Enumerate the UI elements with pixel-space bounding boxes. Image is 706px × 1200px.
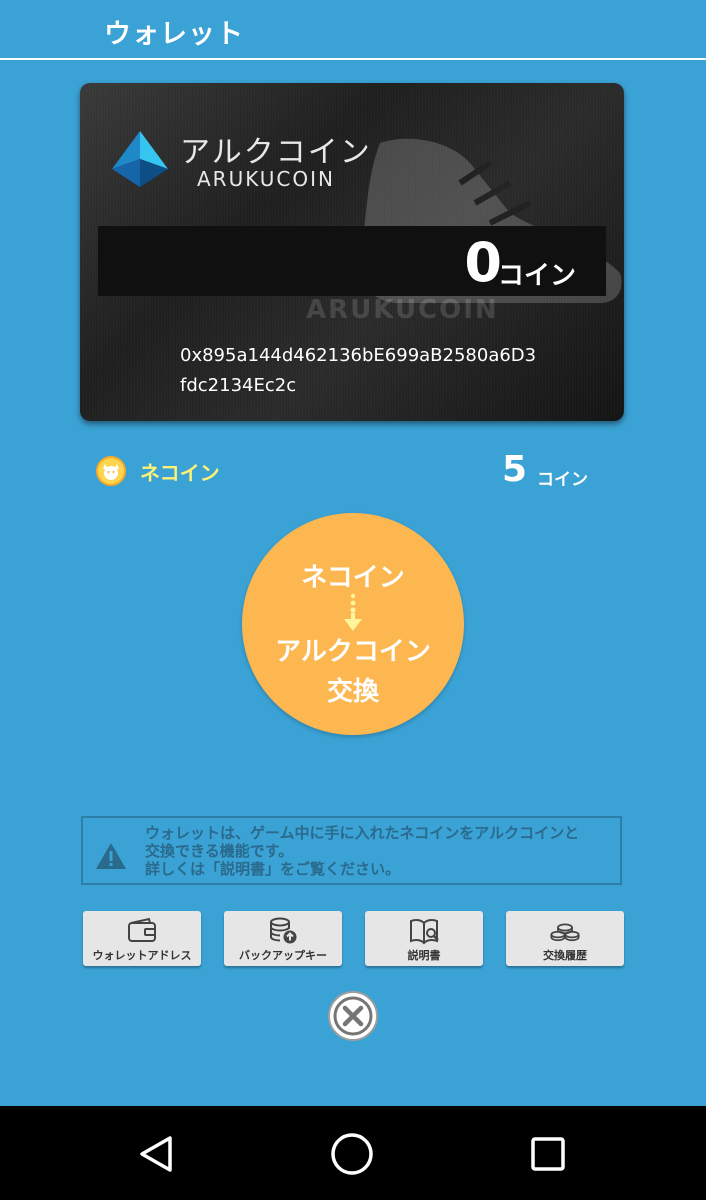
database-backup-icon — [270, 917, 297, 944]
notice-text: ウォレットは、ゲーム中に手に入れたネコインをアルクコインと 交換できる機能です。… — [145, 824, 621, 878]
notice-line-2: 交換できる機能です。 — [145, 842, 294, 860]
neko-coin-unit: コイン — [537, 470, 588, 490]
info-notice: ウォレットは、ゲーム中に手に入れたネコインをアルクコインと 交換できる機能です。… — [81, 816, 622, 885]
exchange-history-button[interactable]: 交換履歴 — [506, 911, 624, 966]
exchange-action-label: 交換 — [326, 677, 379, 707]
wallet-card: ARUKUCOIN アルクコイン ARUKUCOIN 0 コイン 0x895a1… — [80, 83, 624, 421]
home-icon[interactable] — [330, 1132, 374, 1176]
arukucoin-balance-unit: コイン — [497, 261, 576, 291]
page-title: ウォレット — [104, 19, 244, 50]
wallet-address-label: ウォレットアドレス — [92, 949, 192, 962]
backup-key-button[interactable]: バックアップキー — [224, 911, 342, 966]
header: ウォレット — [0, 0, 706, 60]
warning-icon — [96, 843, 126, 869]
card-watermark-text: ARUKUCOIN — [306, 295, 499, 325]
close-button[interactable] — [327, 990, 379, 1042]
back-icon[interactable] — [138, 1134, 178, 1174]
neko-coin-label: ネコイン — [140, 461, 220, 485]
backup-key-label: バックアップキー — [239, 949, 327, 962]
wallet-address-button[interactable]: ウォレットアドレス — [83, 911, 201, 966]
exchange-button[interactable]: ネコイン アルクコイン 交換 — [242, 513, 464, 735]
system-navigation-bar — [0, 1106, 706, 1200]
recent-apps-icon[interactable] — [530, 1136, 566, 1172]
wallet-icon — [128, 917, 156, 942]
arukucoin-balance: 0 — [464, 231, 502, 294]
wallet-address: 0x895a144d462136bE699aB2580a6D3fdc2134Ec… — [180, 345, 537, 396]
brand-name-japanese: アルクコイン — [180, 135, 372, 170]
arrow-down-icon — [344, 593, 362, 631]
manual-book-icon — [410, 918, 439, 945]
coins-history-icon — [550, 923, 580, 942]
manual-button[interactable]: 説明書 — [365, 911, 483, 966]
exchange-to-label: アルクコイン — [275, 637, 431, 667]
neko-coin-icon — [96, 456, 126, 486]
manual-label: 説明書 — [407, 949, 441, 962]
arukucoin-logo-icon — [112, 131, 168, 187]
notice-line-1: ウォレットは、ゲーム中に手に入れたネコインをアルクコインと — [145, 824, 580, 842]
neko-coin-balance: 5 — [502, 449, 528, 490]
exchange-history-label: 交換履歴 — [543, 949, 587, 962]
exchange-from-label: ネコイン — [301, 563, 405, 593]
brand-name-english: ARUKUCOIN — [197, 167, 335, 191]
notice-line-3: 詳しくは「説明書」をご覧ください。 — [145, 860, 401, 878]
